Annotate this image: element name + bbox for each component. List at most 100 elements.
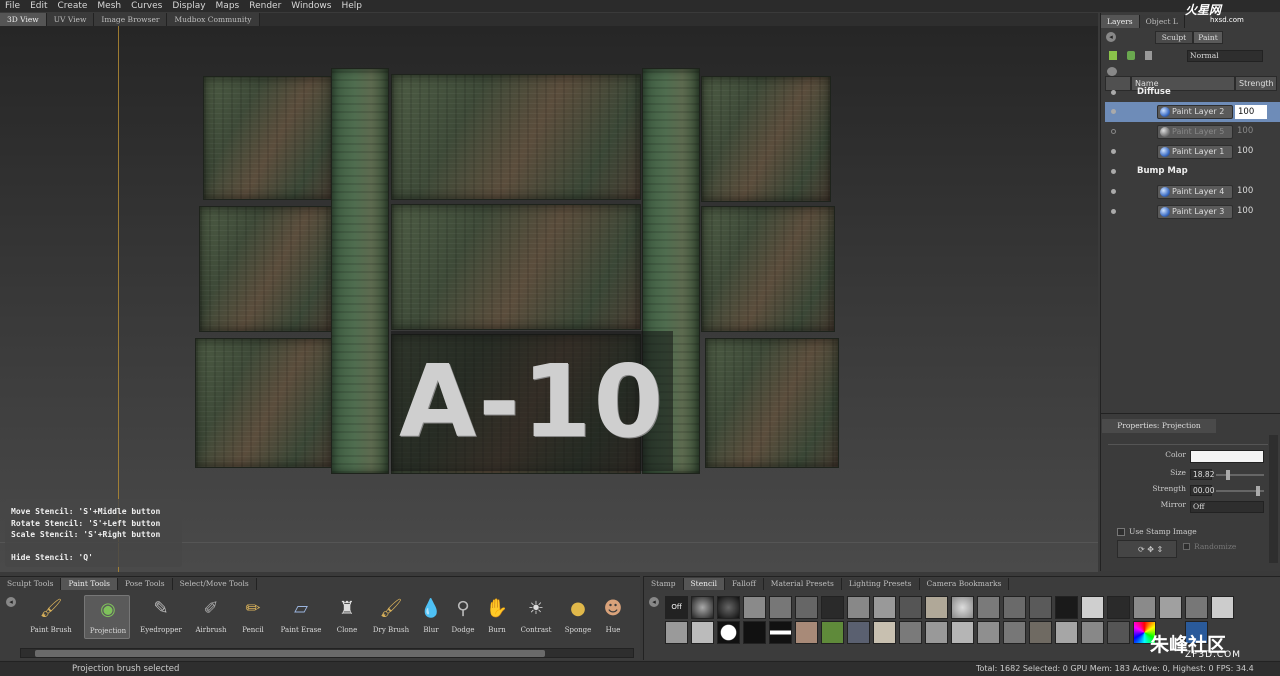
stencil-swatch[interactable] [795, 596, 818, 619]
crate-model[interactable]: A-10 [195, 68, 840, 500]
layer-row[interactable]: Paint Layer 5 100 [1105, 122, 1280, 142]
rotate-icon[interactable]: ⟳ ✥ ⇕ [1138, 545, 1163, 554]
stencil-swatch[interactable] [1081, 596, 1104, 619]
layer-strength[interactable]: 100 [1237, 146, 1253, 156]
stencil-swatch[interactable] [1029, 621, 1052, 644]
tab-stamp[interactable]: Stamp [644, 578, 684, 590]
stencil-swatch[interactable] [899, 596, 922, 619]
stencil-swatch[interactable] [925, 621, 948, 644]
visibility-toggle[interactable] [1111, 169, 1116, 174]
stencil-swatch[interactable] [1185, 596, 1208, 619]
stencil-swatch[interactable] [1003, 621, 1026, 644]
tab-uv-view[interactable]: UV View [46, 13, 95, 26]
stencil-swatch[interactable] [847, 621, 870, 644]
menu-file[interactable]: File [0, 0, 25, 12]
tool-hue[interactable]: ☻ Hue [590, 595, 636, 639]
delete-layer-icon[interactable] [1145, 51, 1152, 60]
tab-paint-tools[interactable]: Paint Tools [61, 578, 118, 590]
menu-curves[interactable]: Curves [126, 0, 167, 12]
tab-object-list[interactable]: Object L [1139, 15, 1185, 28]
mirror-select[interactable]: Off [1190, 501, 1264, 513]
tab-falloff[interactable]: Falloff [724, 578, 764, 590]
tab-select-move-tools[interactable]: Select/Move Tools [172, 578, 257, 590]
shelf-scrollbar[interactable] [20, 648, 634, 658]
blend-mode-select[interactable]: Normal [1187, 50, 1263, 62]
menu-help[interactable]: Help [336, 0, 367, 12]
stencil-swatch[interactable] [691, 621, 714, 644]
menu-mesh[interactable]: Mesh [92, 0, 126, 12]
layer-strength[interactable]: 100 [1237, 206, 1253, 216]
tab-layers[interactable]: Layers [1101, 15, 1140, 28]
stencil-swatch[interactable] [821, 621, 844, 644]
visibility-toggle[interactable] [1111, 109, 1116, 114]
layer-strength[interactable]: 100 [1237, 126, 1253, 136]
layer-group-bump-map[interactable]: Bump Map [1105, 162, 1280, 182]
tab-stencil[interactable]: Stencil [683, 578, 725, 590]
layer-group-diffuse[interactable]: Diffuse [1105, 83, 1280, 103]
strength-input[interactable]: 00.00 [1190, 485, 1214, 496]
stencil-swatch[interactable] [873, 621, 896, 644]
strength-input[interactable]: 100 [1235, 105, 1267, 119]
stencil-swatch[interactable] [769, 596, 792, 619]
stencil-swatch[interactable] [1107, 596, 1130, 619]
stencil-swatch[interactable] [795, 621, 818, 644]
tab-material-presets[interactable]: Material Presets [763, 578, 842, 590]
size-slider[interactable] [1216, 474, 1264, 476]
stencil-overlay[interactable]: A-10 [391, 331, 673, 471]
tool-projection[interactable]: ◉ Projection [84, 595, 130, 639]
stamp-options-icon[interactable]: ◂ [649, 597, 659, 607]
slider-handle[interactable] [1226, 470, 1230, 480]
menu-maps[interactable]: Maps [211, 0, 245, 12]
tab-sculpt-tools[interactable]: Sculpt Tools [0, 578, 62, 590]
menu-edit[interactable]: Edit [25, 0, 52, 12]
use-stamp-checkbox[interactable] [1117, 528, 1125, 536]
stencil-swatch[interactable] [1081, 621, 1104, 644]
properties-title[interactable]: Properties: Projection [1102, 419, 1216, 433]
menu-create[interactable]: Create [53, 0, 93, 12]
stencil-swatch[interactable] [951, 621, 974, 644]
layer-row[interactable]: Paint Layer 2 100 [1105, 102, 1280, 122]
stencil-off-swatch[interactable]: Off [665, 596, 688, 619]
stencil-swatch[interactable] [1029, 596, 1052, 619]
stencil-swatch[interactable] [1055, 596, 1078, 619]
new-layer-icon[interactable] [1109, 51, 1117, 60]
stencil-swatch[interactable] [1055, 621, 1078, 644]
tool-eyedropper[interactable]: ✎ Eyedropper [138, 595, 184, 639]
layer-strength[interactable]: 100 [1237, 186, 1253, 196]
stencil-swatch[interactable] [977, 621, 1000, 644]
stencil-swatch[interactable] [769, 621, 792, 644]
stencil-swatch[interactable] [821, 596, 844, 619]
stencil-swatch[interactable] [1133, 596, 1156, 619]
shelf-options-icon[interactable]: ◂ [6, 597, 16, 607]
stencil-swatch[interactable] [717, 596, 740, 619]
visibility-toggle[interactable] [1111, 149, 1116, 154]
sculpt-mode-button[interactable]: Sculpt [1155, 31, 1193, 44]
stencil-swatch[interactable] [1107, 621, 1130, 644]
tab-3d-view[interactable]: 3D View [0, 13, 47, 26]
paint-mode-button[interactable]: Paint [1193, 31, 1223, 44]
menu-render[interactable]: Render [244, 0, 286, 12]
tab-camera-bookmarks[interactable]: Camera Bookmarks [919, 578, 1010, 590]
tab-pose-tools[interactable]: Pose Tools [117, 578, 173, 590]
visibility-toggle[interactable] [1111, 209, 1116, 214]
menu-windows[interactable]: Windows [286, 0, 336, 12]
color-swatch[interactable] [1190, 450, 1264, 463]
layer-row[interactable]: Paint Layer 3 100 [1105, 202, 1280, 222]
stencil-swatch[interactable] [899, 621, 922, 644]
duplicate-layer-icon[interactable] [1127, 51, 1135, 60]
stencil-swatch[interactable] [1003, 596, 1026, 619]
stencil-swatch[interactable] [1159, 596, 1182, 619]
visibility-toggle[interactable] [1111, 129, 1116, 134]
stencil-swatch[interactable] [1211, 596, 1234, 619]
stencil-swatch[interactable] [691, 596, 714, 619]
3d-viewport[interactable]: A-10 [0, 26, 1098, 572]
visibility-toggle[interactable] [1111, 90, 1116, 95]
stencil-swatch[interactable] [743, 621, 766, 644]
menu-display[interactable]: Display [167, 0, 210, 12]
visibility-toggle[interactable] [1111, 189, 1116, 194]
properties-scrollbar[interactable] [1269, 435, 1278, 563]
stencil-swatch[interactable] [951, 596, 974, 619]
tool-paint-brush[interactable]: 🖌 Paint Brush [28, 595, 74, 639]
tab-mudbox-community[interactable]: Mudbox Community [167, 13, 260, 26]
size-input[interactable]: 18.82 [1190, 469, 1214, 480]
